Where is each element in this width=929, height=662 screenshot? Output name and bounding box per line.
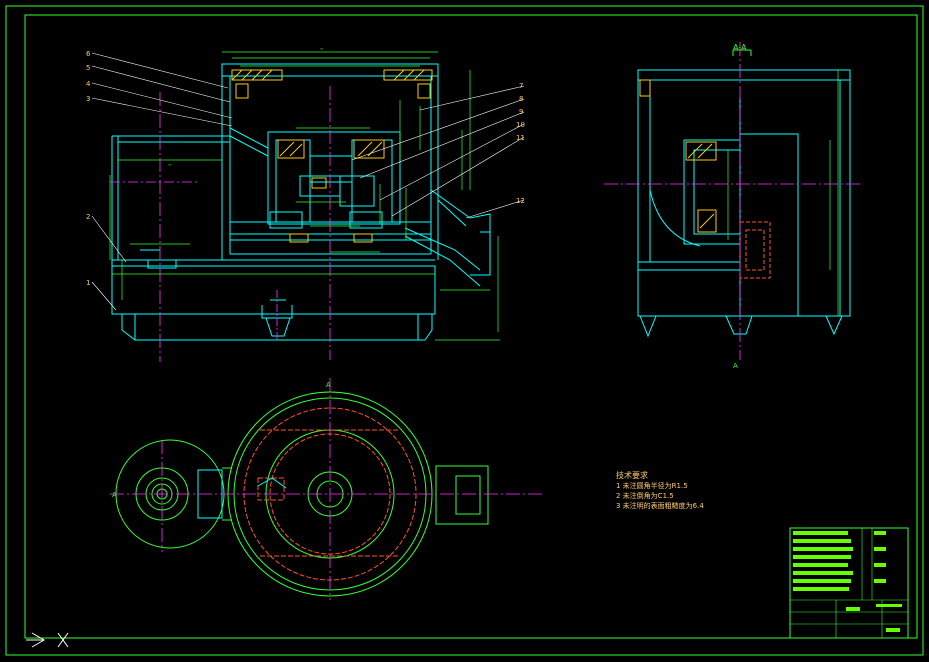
- part-number-9: 9: [519, 108, 523, 116]
- view-marker-top: A: [326, 381, 331, 389]
- part-number-7: 7: [519, 82, 523, 90]
- technical-requirements: 技术要求 1 未注圆角半径为R1.5 2 未注倒角为C1.5 3 未注明的表面粗…: [616, 471, 704, 511]
- part-number-6: 6: [86, 50, 91, 58]
- x-cross-icon: [57, 632, 69, 648]
- front-section-view: ≈ ≈: [91, 46, 525, 362]
- part-number-2: 2: [86, 213, 90, 221]
- tech-req-title: 技术要求: [616, 471, 648, 480]
- section-label-aa: A-A: [733, 43, 747, 52]
- view-marker-left: A: [112, 491, 117, 499]
- part-number-1: 1: [86, 279, 90, 287]
- outer-border: [5, 5, 924, 656]
- part-number-11: 11: [516, 134, 525, 142]
- inner-border: [24, 14, 918, 639]
- title-block: [789, 527, 909, 639]
- part-number-8: 8: [519, 95, 523, 103]
- part-number-3: 3: [86, 95, 90, 103]
- part-number-labels: 6 5 4 3 2 1 7 8 9 10 11 12: [86, 50, 525, 287]
- top-plan-view: A A: [110, 378, 545, 600]
- part-number-10: 10: [516, 121, 525, 129]
- svg-text:≈: ≈: [320, 46, 323, 51]
- tech-req-item-1: 1 未注圆角半径为R1.5: [616, 482, 688, 490]
- side-section-view: A-A A: [604, 42, 860, 370]
- section-marker-bottom: A: [733, 362, 738, 370]
- tech-req-item-3: 3 未注明的表面粗糙度为6.4: [616, 502, 704, 510]
- part-number-4: 4: [86, 80, 91, 88]
- part-number-12: 12: [516, 197, 525, 205]
- ucs-arrow-icon: [26, 632, 45, 648]
- part-number-5: 5: [86, 64, 90, 72]
- drawing-sheet: ≈ ≈ 6 5 4 3 2 1 7 8 9 10 11 12 A-A A A A: [5, 5, 924, 656]
- svg-text:≈: ≈: [168, 162, 171, 167]
- tech-req-item-2: 2 未注倒角为C1.5: [616, 492, 674, 500]
